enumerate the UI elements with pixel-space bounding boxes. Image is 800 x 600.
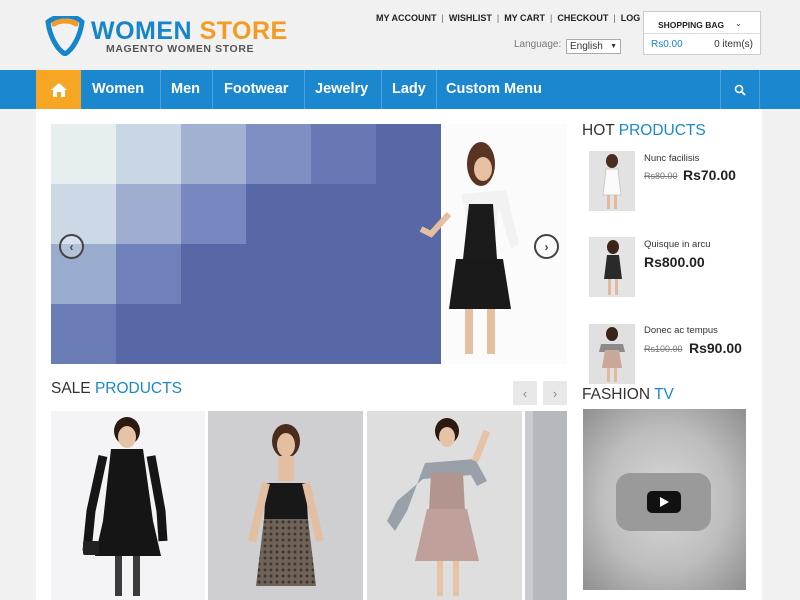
hot-product-old-price: Rs100.00 [644,344,683,354]
fashion-tv-video[interactable] [583,409,746,590]
top-links: MY ACCOUNT | WISHLIST | MY CART | CHECKOUT | LOG… [376,13,652,23]
hot-product-price: Rs800.00 [644,254,705,270]
sale-product-image [208,411,363,600]
hot-product-name[interactable]: Quisque in arcu [644,239,711,250]
nav-item-custom-menu[interactable]: Custom Menu [446,70,542,109]
language-select[interactable]: English ▼ [566,39,621,54]
slider-image [51,124,567,364]
nav-item-jewelry[interactable]: Jewelry [315,70,368,109]
wishlist-link[interactable]: WISHLIST [449,13,492,23]
hot-product-price: Rs90.00 [689,340,742,356]
sale-next-arrow-icon[interactable]: › [543,381,567,405]
hot-product-old-price: Rs80.00 [644,171,678,181]
sale-products-heading: SALE PRODUCTS [51,380,182,397]
fashion-tv-heading: FASHION TV [582,386,674,403]
shopping-bag-title: SHOPPING BAG [658,20,725,30]
search-icon [734,84,746,96]
header: WOMEN STORE MAGENTO WOMEN STORE MY ACCOU… [0,0,800,70]
nav-item-men[interactable]: Men [171,70,200,109]
nav-item-women[interactable]: Women [92,70,144,109]
sale-product-card[interactable] [51,411,205,600]
my-account-link[interactable]: MY ACCOUNT [376,13,437,23]
sale-product-card[interactable] [525,411,567,600]
hot-product-name[interactable]: Donec ac tempus [644,325,718,336]
my-cart-link[interactable]: MY CART [504,13,545,23]
slider-prev-arrow-icon[interactable]: ‹ [59,234,84,259]
nav-search-button[interactable] [720,70,760,109]
hot-product-image[interactable] [589,151,635,211]
hot-product-price: Rs70.00 [683,167,736,183]
cart-total: Rs0.00 [651,39,683,50]
nav-divider [160,70,161,109]
hot-product-image[interactable] [589,324,635,384]
sale-product-image [51,411,205,600]
nav-item-lady[interactable]: Lady [392,70,426,109]
main-nav: Women Men Footwear Jewelry Lady Custom M… [0,70,800,109]
nav-divider [304,70,305,109]
sale-product-image [525,411,567,600]
sale-product-image [367,411,522,600]
cart-item-count: 0 item(s) [714,39,753,50]
hot-product-name[interactable]: Nunc facilisis [644,153,699,164]
play-icon [659,497,669,507]
divider [644,33,760,34]
slider-next-arrow-icon[interactable]: › [534,234,559,259]
home-icon [50,82,67,97]
nav-divider [381,70,382,109]
hot-product-image[interactable] [589,237,635,297]
hero-slider[interactable]: ‹ › [51,124,567,364]
sale-prev-arrow-icon[interactable]: ‹ [513,381,537,405]
logo-subtitle: MAGENTO WOMEN STORE [106,43,255,55]
language-value: English [570,41,603,52]
nav-divider [212,70,213,109]
dropdown-arrow-icon: ▼ [610,43,617,50]
sale-product-card[interactable] [208,411,363,600]
nav-item-footwear[interactable]: Footwear [224,70,288,109]
checkout-link[interactable]: CHECKOUT [557,13,608,23]
video-play-button[interactable] [616,473,711,531]
chevron-down-icon: ⌄ [735,19,742,28]
language-label: Language: [514,39,562,50]
shopping-bag[interactable]: SHOPPING BAG ⌄ Rs0.00 0 item(s) [643,11,761,55]
logo-title: WOMEN STORE [91,17,288,45]
nav-divider [436,70,437,109]
sale-product-card[interactable] [367,411,522,600]
store-logo[interactable]: WOMEN STORE MAGENTO WOMEN STORE [44,16,287,60]
logo-icon [45,16,85,56]
hot-products-heading: HOT PRODUCTS [582,122,706,139]
nav-home[interactable] [36,70,81,109]
